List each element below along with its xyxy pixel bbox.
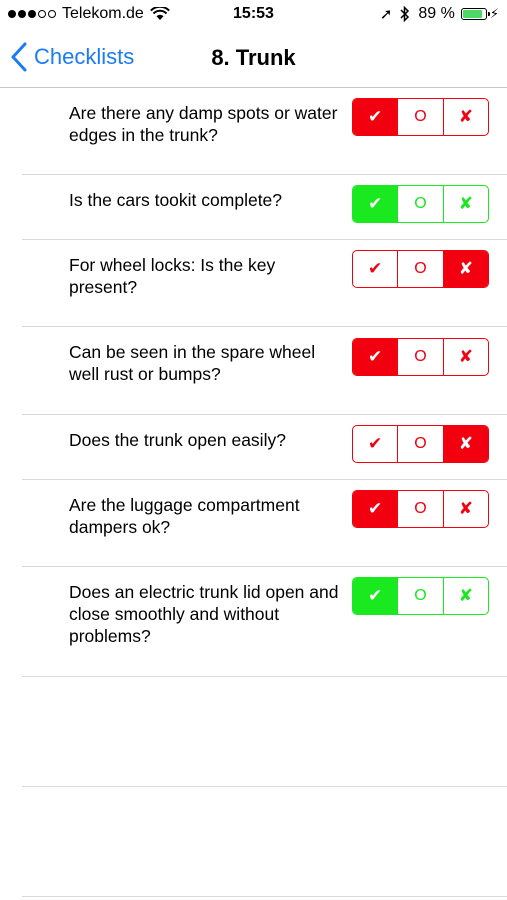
circle-icon: O [414, 500, 427, 517]
neutral-option[interactable]: O [397, 186, 442, 222]
checkmark-icon: ✔ [368, 434, 383, 453]
circle-icon: O [414, 108, 427, 125]
neutral-option[interactable]: O [397, 99, 442, 135]
checkmark-icon: ✔ [368, 586, 383, 605]
yes-option[interactable]: ✔ [353, 339, 398, 375]
answer-segmented-control: ✔ O ✘ [352, 490, 489, 528]
question-text: Is the cars tookit complete? [69, 190, 283, 210]
no-option[interactable]: ✘ [442, 251, 488, 287]
question-text: Can be seen in the spare wheel well rust… [69, 342, 316, 384]
location-arrow-icon: ➚ [379, 6, 393, 23]
charging-icon: ⚡ [489, 6, 499, 21]
answer-segmented-control: ✔ O ✘ [352, 338, 489, 376]
checkmark-icon: ✔ [368, 499, 383, 518]
checklist-row: Does the trunk open easily? ✔ O ✘ [22, 415, 507, 480]
answer-segmented-control: ✔ O ✘ [352, 577, 489, 615]
bluetooth-icon [400, 6, 410, 22]
checkmark-icon: ✔ [368, 107, 383, 126]
circle-icon: O [414, 348, 427, 365]
yes-option[interactable]: ✔ [353, 99, 398, 135]
circle-icon: O [414, 260, 427, 277]
neutral-option[interactable]: O [397, 251, 442, 287]
battery-icon [460, 8, 490, 20]
question-text: Are the luggage compartment dampers ok? [69, 495, 300, 537]
status-bar: Telekom.de 15:53 ➚ 89 % ⚡ [0, 0, 507, 30]
circle-icon: O [414, 435, 427, 452]
cross-icon: ✘ [458, 107, 473, 126]
cross-icon: ✘ [458, 434, 473, 453]
chevron-left-icon [11, 42, 27, 72]
circle-icon: O [414, 587, 427, 604]
question-text: Are there any damp spots or water edges … [69, 103, 338, 145]
no-option[interactable]: ✘ [442, 426, 488, 462]
checklist: Are there any damp spots or water edges … [0, 88, 507, 897]
question-text: Does the trunk open easily? [69, 430, 286, 450]
answer-segmented-control: ✔ O ✘ [352, 185, 489, 223]
checkmark-icon: ✔ [368, 259, 383, 278]
checklist-row: Are there any damp spots or water edges … [22, 88, 507, 175]
cross-icon: ✘ [458, 499, 473, 518]
neutral-option[interactable]: O [397, 339, 442, 375]
back-button[interactable]: Checklists [10, 42, 134, 72]
checkmark-icon: ✔ [368, 347, 383, 366]
checklist-row: Does an electric trunk lid open and clos… [22, 567, 507, 677]
question-text: For wheel locks: Is the key present? [69, 255, 276, 297]
battery-percent: 89 % [418, 5, 455, 22]
yes-option[interactable]: ✔ [353, 251, 397, 287]
answer-segmented-control: ✔ O ✘ [352, 98, 489, 136]
no-option[interactable]: ✘ [442, 491, 488, 527]
no-option[interactable]: ✘ [442, 186, 488, 222]
answer-segmented-control: ✔ O ✘ [352, 425, 489, 463]
neutral-option[interactable]: O [397, 426, 442, 462]
checklist-row: For wheel locks: Is the key present? ✔ O ✘ [22, 240, 507, 327]
no-option[interactable]: ✘ [442, 339, 488, 375]
checklist-row: Is the cars tookit complete? ✔ O ✘ [22, 175, 507, 240]
yes-option[interactable]: ✔ [353, 578, 398, 614]
navigation-bar: Checklists 8. Trunk [0, 30, 507, 88]
cross-icon: ✘ [458, 194, 473, 213]
cross-icon: ✘ [458, 347, 473, 366]
neutral-option[interactable]: O [397, 578, 442, 614]
no-option[interactable]: ✘ [442, 578, 488, 614]
status-indicators: ➚ 89 % ⚡ [374, 5, 499, 23]
back-button-label: Checklists [34, 44, 135, 69]
empty-row [22, 787, 507, 897]
checkmark-icon: ✔ [368, 194, 383, 213]
circle-icon: O [414, 195, 427, 212]
no-option[interactable]: ✘ [442, 99, 488, 135]
cross-icon: ✘ [458, 259, 473, 278]
empty-row [22, 677, 507, 787]
yes-option[interactable]: ✔ [353, 491, 398, 527]
answer-segmented-control: ✔ O ✘ [352, 250, 489, 288]
yes-option[interactable]: ✔ [353, 426, 397, 462]
neutral-option[interactable]: O [397, 491, 442, 527]
checklist-row: Can be seen in the spare wheel well rust… [22, 327, 507, 415]
question-text: Does an electric trunk lid open and clos… [69, 582, 339, 646]
cross-icon: ✘ [458, 586, 473, 605]
yes-option[interactable]: ✔ [353, 186, 398, 222]
checklist-row: Are the luggage compartment dampers ok? ✔… [22, 480, 507, 567]
